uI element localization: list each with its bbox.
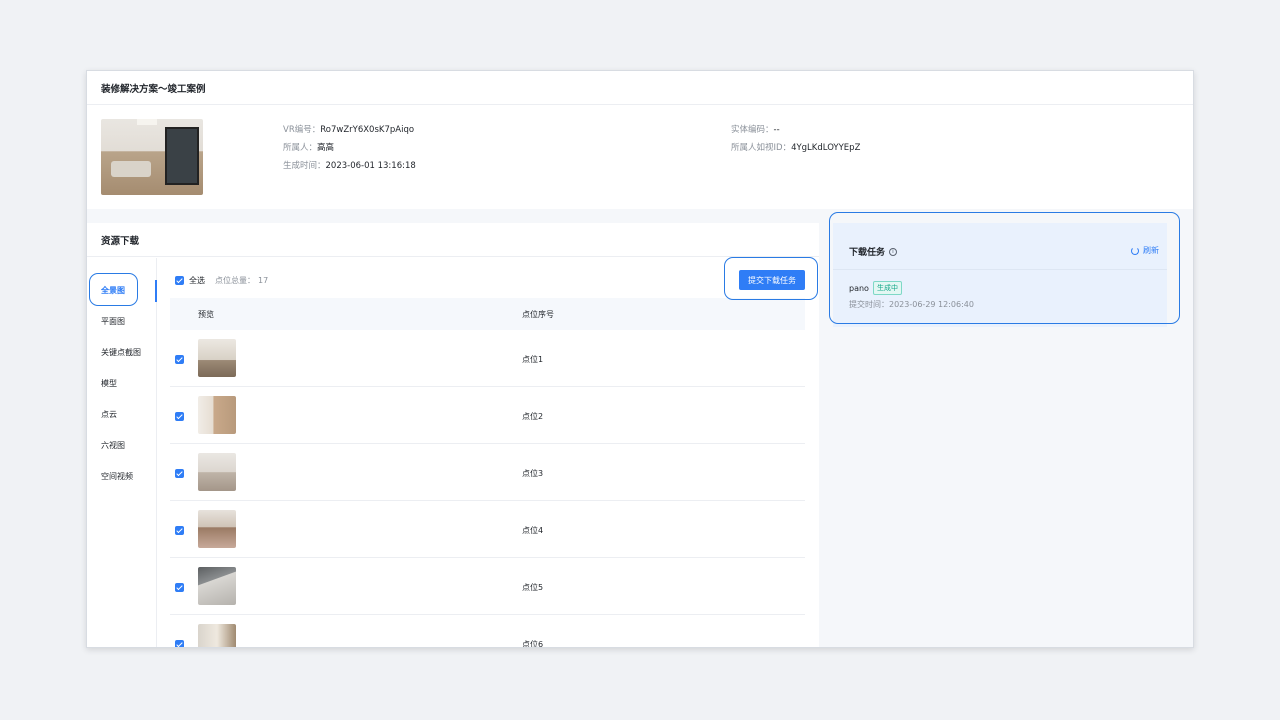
resource-title: 资源下载 [87, 223, 819, 257]
owner-value: 高高 [317, 143, 335, 153]
row-thumbnail [198, 339, 236, 377]
page-title: 装修解决方案～竣工案例 [87, 71, 1193, 105]
row-thumbnail [198, 453, 236, 491]
task-panel: 下载任务 i 刷新 pano 生成中 提交时间：2023-06-29 12:06… [819, 212, 1193, 647]
time-label: 生成时间： [283, 161, 326, 171]
row-checkbox[interactable] [175, 583, 184, 592]
row-index: 点位4 [522, 526, 544, 535]
select-all-label[interactable]: 全选 [189, 275, 205, 286]
nav-highlight [89, 273, 138, 306]
row-index: 点位3 [522, 469, 544, 478]
toolbar: 全选 点位总量： 17 提交下载任务 [170, 266, 805, 294]
nav-floorplan[interactable]: 平面图 [101, 316, 125, 327]
nav-point-cloud[interactable]: 点云 [101, 409, 117, 420]
table-header: 预览 点位序号 [170, 298, 805, 330]
task-highlight [829, 212, 1180, 324]
resource-content: 全选 点位总量： 17 提交下载任务 预览 点位序号 点位1 点位2 点位3 点… [170, 258, 805, 647]
meta-right: 实体编码： -- 所属人如视ID： 4YgLKdLOYYEpZ [731, 121, 860, 157]
row-index: 点位2 [522, 412, 544, 421]
entity-label: 实体编码： [731, 125, 774, 135]
nav-model[interactable]: 模型 [101, 378, 117, 389]
nav-space-video[interactable]: 空间视频 [101, 471, 133, 482]
side-nav: 全景图 平面图 关键点截图 模型 点云 六视图 空间视频 [87, 258, 157, 647]
row-index: 点位5 [522, 583, 544, 592]
row-checkbox[interactable] [175, 526, 184, 535]
vr-label: VR编号： [283, 125, 321, 135]
cover-thumbnail [101, 119, 203, 195]
table-row[interactable]: 点位5 [170, 558, 805, 615]
row-checkbox[interactable] [175, 355, 184, 364]
nav-six-views[interactable]: 六视图 [101, 440, 125, 451]
row-thumbnail [198, 396, 236, 434]
lower-area: 资源下载 全景图 平面图 关键点截图 模型 点云 六视图 空间视频 全选 点位总… [87, 212, 1193, 647]
table-row[interactable]: 点位2 [170, 387, 805, 444]
column-index: 点位序号 [522, 309, 554, 319]
meta-left: VR编号： Ro7wZrY6X0sK7pAiqo 所属人： 高高 生成时间： 2023… [283, 121, 416, 175]
vr-value: Ro7wZrY6X0sK7pAiqo [320, 125, 415, 135]
table-row[interactable]: 点位1 [170, 330, 805, 387]
row-index: 点位1 [522, 355, 544, 364]
row-checkbox[interactable] [175, 640, 184, 647]
row-checkbox[interactable] [175, 469, 184, 478]
table-row[interactable]: 点位3 [170, 444, 805, 501]
nav-active-indicator [155, 280, 157, 302]
column-preview: 预览 [198, 309, 214, 319]
owner-label: 所属人： [283, 143, 318, 153]
select-all-checkbox[interactable] [175, 275, 184, 285]
row-index: 点位6 [522, 640, 544, 648]
submit-highlight [724, 257, 818, 300]
count-value: 17 [258, 275, 269, 285]
entity-value: -- [773, 125, 780, 135]
owner-id-label: 所属人如视ID： [731, 143, 792, 153]
table-row[interactable]: 点位4 [170, 501, 805, 558]
table-row[interactable]: 点位6 [170, 615, 805, 648]
count-label: 点位总量： [215, 275, 255, 285]
panorama-table: 预览 点位序号 点位1 点位2 点位3 点位4 点位5 点位6 [170, 298, 805, 648]
resource-panel: 资源下载 全景图 平面图 关键点截图 模型 点云 六视图 空间视频 全选 点位总… [87, 223, 819, 647]
app-window: 装修解决方案～竣工案例 VR编号： Ro7wZrY6X0sK7pAiqo 所属人：… [86, 70, 1194, 648]
row-thumbnail [198, 510, 236, 548]
nav-keypoint-shots[interactable]: 关键点截图 [101, 347, 141, 358]
row-thumbnail [198, 567, 236, 605]
owner-id-value: 4YgLKdLOYYEpZ [791, 143, 861, 153]
row-checkbox[interactable] [175, 412, 184, 421]
time-value: 2023-06-01 13:16:18 [325, 161, 416, 171]
info-section: VR编号： Ro7wZrY6X0sK7pAiqo 所属人： 高高 生成时间： 2023… [87, 105, 1193, 209]
row-thumbnail [198, 624, 236, 647]
